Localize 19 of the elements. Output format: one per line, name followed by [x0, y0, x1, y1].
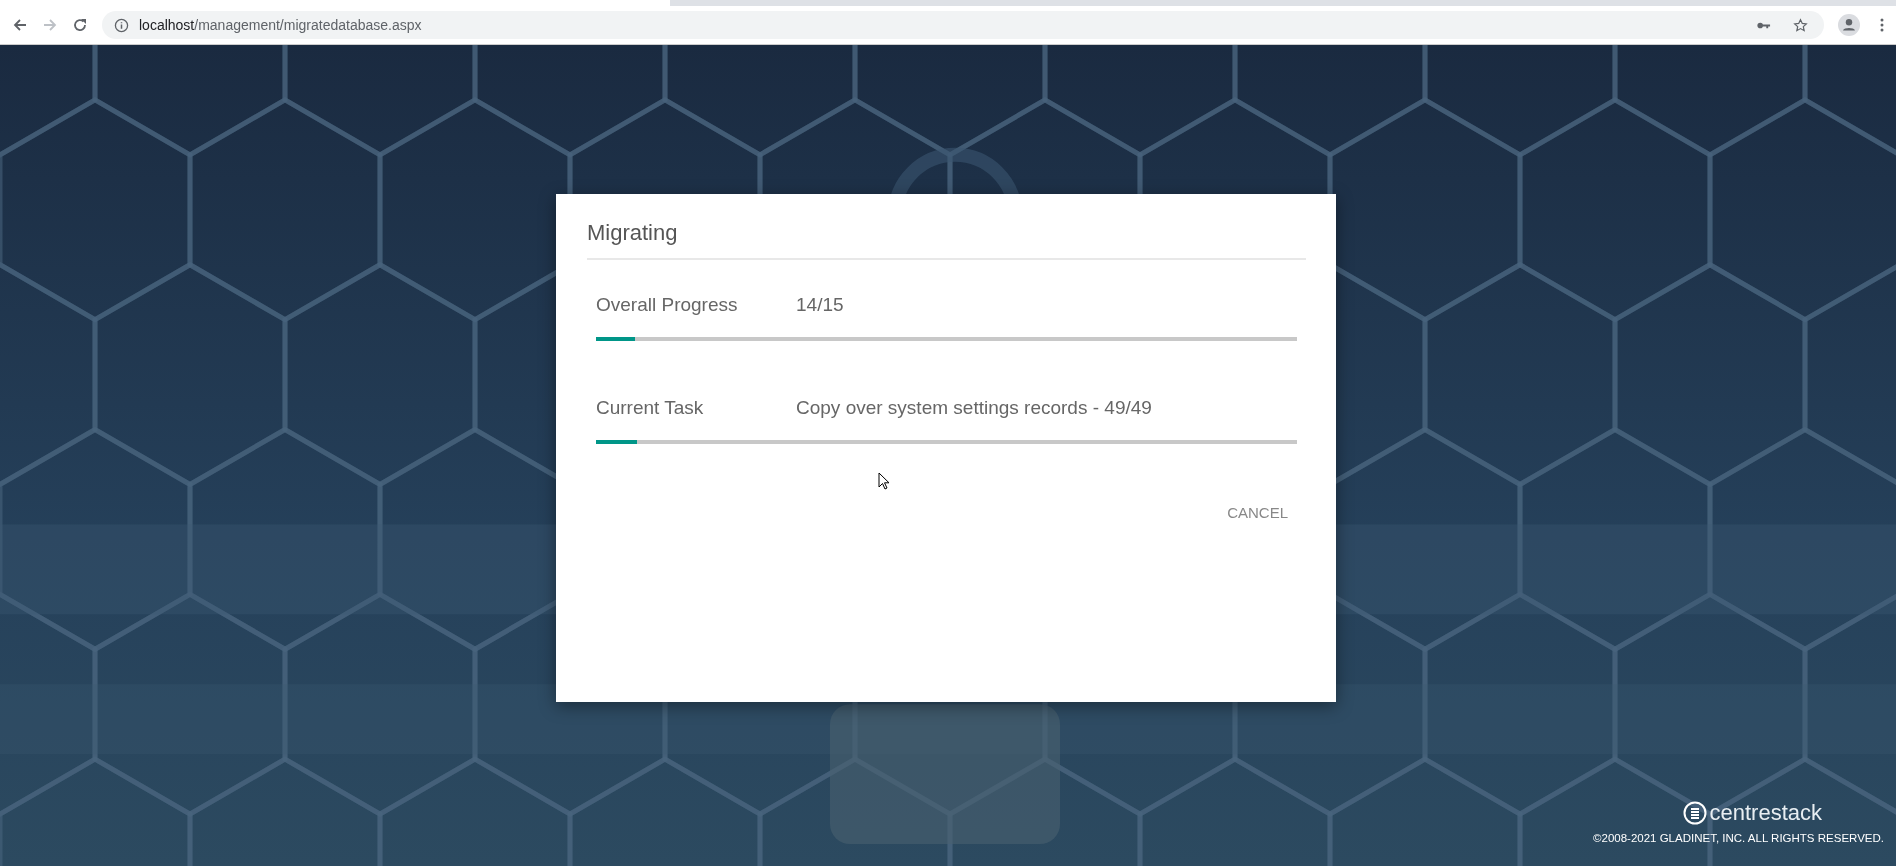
- avatar-icon[interactable]: [1838, 14, 1860, 36]
- copyright-text: ©2008-2021 GLADINET, INC. ALL RIGHTS RESERVED.: [1593, 832, 1884, 844]
- progress-label: Overall Progress: [596, 294, 739, 316]
- back-icon[interactable]: [12, 17, 28, 33]
- url-path: /management/migratedatabase.aspx: [194, 17, 422, 33]
- logo-icon: [1683, 801, 1708, 825]
- info-icon[interactable]: [114, 17, 129, 33]
- progress-value: Copy over system settings records - 49/49: [796, 397, 1152, 419]
- cursor-icon: [878, 472, 890, 490]
- url-host: localhost: [139, 17, 195, 33]
- dialog-title: Migrating: [587, 220, 679, 246]
- reload-icon[interactable]: [72, 17, 88, 33]
- logo-text: centrestack: [1709, 800, 1822, 826]
- cancel-button[interactable]: CANCEL: [1219, 500, 1296, 525]
- address-bar[interactable]: localhost/management/migratedatabase.aspx: [102, 11, 1824, 39]
- progress-label: Current Task: [596, 397, 705, 419]
- progress-value: 14/15: [796, 294, 844, 316]
- star-icon[interactable]: [1793, 17, 1808, 33]
- menu-icon[interactable]: [1880, 17, 1884, 33]
